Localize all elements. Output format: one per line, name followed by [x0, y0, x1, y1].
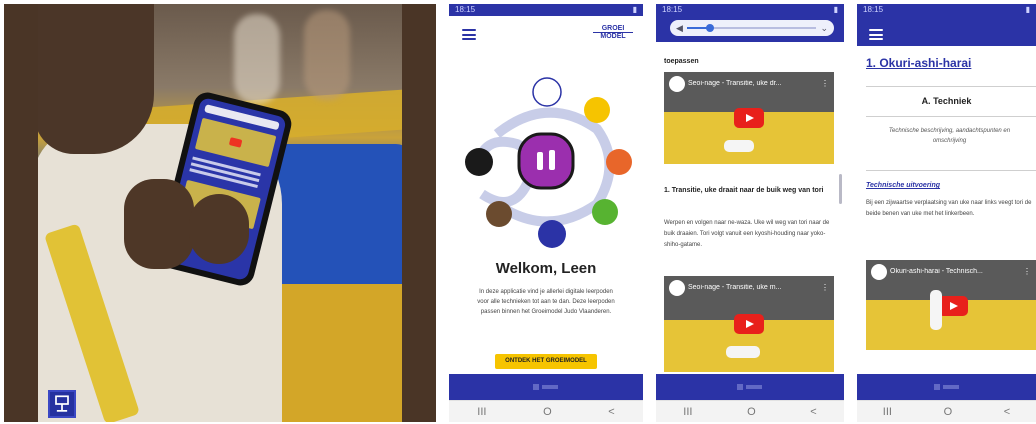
judoka-figure	[724, 140, 754, 152]
divider	[866, 116, 1036, 117]
battery-icon: ▮	[1025, 5, 1030, 14]
recent-apps-button[interactable]: III	[683, 406, 692, 418]
footer-logo-icon	[533, 384, 558, 390]
play-icon[interactable]	[734, 314, 764, 334]
volume-knob[interactable]	[706, 24, 715, 32]
stage-icon	[532, 77, 562, 107]
battery-icon: ▮	[833, 5, 838, 14]
welcome-heading: Welkom, Leen	[495, 260, 597, 277]
channel-avatar	[871, 264, 887, 280]
more-options-icon[interactable]: ⋮	[821, 80, 829, 88]
recent-apps-button[interactable]: III	[883, 406, 892, 418]
execution-label: Technische uitvoering	[866, 182, 941, 189]
android-navbar: III O <	[857, 400, 1036, 422]
footer-logo-icon	[933, 384, 959, 390]
video-title: Seoi-nage - Transitie, uke m...	[688, 284, 782, 291]
left-hand	[124, 179, 194, 269]
back-button[interactable]: <	[810, 406, 816, 418]
status-time: 18:15	[662, 5, 683, 14]
technique-title: 1. Okuri-ashi-harai	[866, 56, 972, 70]
video-screen: 18:15 ▮ ◀ ⌄ toepassen Seoi-nage - Transit…	[656, 4, 844, 422]
scrollbar[interactable]	[839, 174, 842, 204]
section-paragraph: Werpen en volgen naar ne-waza. Uke wil w…	[664, 220, 830, 248]
speaker-icon: ◀	[676, 22, 683, 33]
video-title: Seoi-nage - Transitie, uke dr...	[688, 80, 782, 87]
channel-avatar	[669, 76, 685, 92]
status-bar: 18:15 ▮	[449, 4, 643, 16]
photo-border-right	[402, 4, 436, 422]
video-title: Okuri-ashi-harai - Technisch...	[890, 268, 983, 275]
footer-bar	[449, 374, 643, 400]
right-hand	[189, 194, 249, 264]
stage-icon	[606, 149, 632, 175]
video-player[interactable]: Okuri-ashi-harai - Technisch... ⋮	[866, 260, 1036, 350]
judoka-photo	[4, 4, 436, 422]
volume-slider[interactable]: ◀ ⌄	[670, 20, 834, 36]
play-icon[interactable]	[938, 296, 968, 316]
more-options-icon[interactable]: ⋮	[821, 284, 829, 292]
stage-icon	[538, 220, 566, 248]
footer-bar	[857, 374, 1036, 400]
video-player[interactable]: Seoi-nage - Transitie, uke m... ⋮	[664, 276, 834, 372]
channel-avatar	[669, 280, 685, 296]
status-bar: 18:15 ▮	[656, 4, 844, 16]
judo-logo-icon	[48, 390, 76, 418]
more-options-icon[interactable]: ⋮	[1023, 268, 1031, 276]
menu-icon[interactable]	[869, 29, 883, 40]
back-button[interactable]: <	[608, 406, 614, 418]
brand-line2: MODEL	[600, 33, 626, 40]
groeimodel-diagram[interactable]	[457, 74, 637, 254]
stage-icon	[465, 148, 493, 176]
android-navbar: III O <	[449, 400, 643, 422]
chevron-down-icon[interactable]: ⌄	[820, 23, 828, 34]
groeimodel-logo: GROEI MODEL	[593, 25, 633, 47]
volume-track[interactable]	[686, 24, 817, 32]
back-button[interactable]: <	[1004, 406, 1010, 418]
center-stage-icon	[517, 132, 575, 190]
background-judoka	[234, 14, 280, 104]
section-subheading: A. Techniek	[921, 96, 972, 106]
recent-apps-button[interactable]: III	[477, 406, 486, 418]
stage-icon	[584, 97, 610, 123]
menu-icon[interactable]	[462, 29, 476, 40]
technique-content: 1. Okuri-ashi-harai A. Techniek Technisc…	[857, 46, 1036, 374]
stage-icon	[486, 201, 512, 227]
home-button[interactable]: O	[747, 406, 756, 418]
video-player[interactable]: Seoi-nage - Transitie, uke dr... ⋮	[664, 72, 834, 164]
video-content: toepassen Seoi-nage - Transitie, uke dr.…	[656, 42, 844, 374]
play-icon[interactable]	[734, 108, 764, 128]
status-time: 18:15	[863, 5, 884, 14]
technique-description: Technische beschrijving, aandachtspunten…	[888, 128, 1011, 144]
welcome-screen: 18:15 ▮ GROEI MODEL Welkom, Leen In deze …	[449, 4, 643, 422]
home-button[interactable]: O	[543, 406, 552, 418]
stage-icon	[592, 199, 618, 225]
section-label: toepassen	[664, 58, 699, 65]
execution-text-content: Bij een zijwaartse verplaatsing van uke …	[866, 200, 1032, 217]
background-judoka	[304, 10, 350, 100]
judoka-head	[34, 4, 154, 154]
battery-icon: ▮	[632, 5, 637, 14]
section-heading: 1. Transitie, uke draait naar de buik we…	[664, 187, 824, 194]
execution-text: Bij een zijwaartse verplaatsing van uke …	[866, 198, 1036, 220]
divider	[866, 86, 1036, 87]
photo-border-left	[4, 4, 38, 422]
status-bar: 18:15 ▮	[857, 4, 1036, 16]
divider	[866, 170, 1036, 171]
footer-logo-icon	[737, 384, 762, 390]
technique-screen: 18:15 ▮ 1. Okuri-ashi-harai A. Techniek T…	[857, 4, 1036, 422]
discover-groeimodel-button[interactable]: ONTDEK HET GROEIMODEL	[495, 354, 597, 369]
android-navbar: III O <	[656, 400, 844, 422]
judoka-figure	[726, 346, 760, 358]
composite-canvas: 18:15 ▮ GROEI MODEL Welkom, Leen In deze …	[0, 0, 1036, 424]
judoka-figure	[930, 290, 942, 330]
intro-text: In deze applicatie vind je allerlei digi…	[477, 289, 615, 315]
brand-line1: GROEI	[593, 25, 633, 33]
status-time: 18:15	[455, 5, 476, 14]
home-button[interactable]: O	[944, 406, 953, 418]
footer-bar	[656, 374, 844, 400]
